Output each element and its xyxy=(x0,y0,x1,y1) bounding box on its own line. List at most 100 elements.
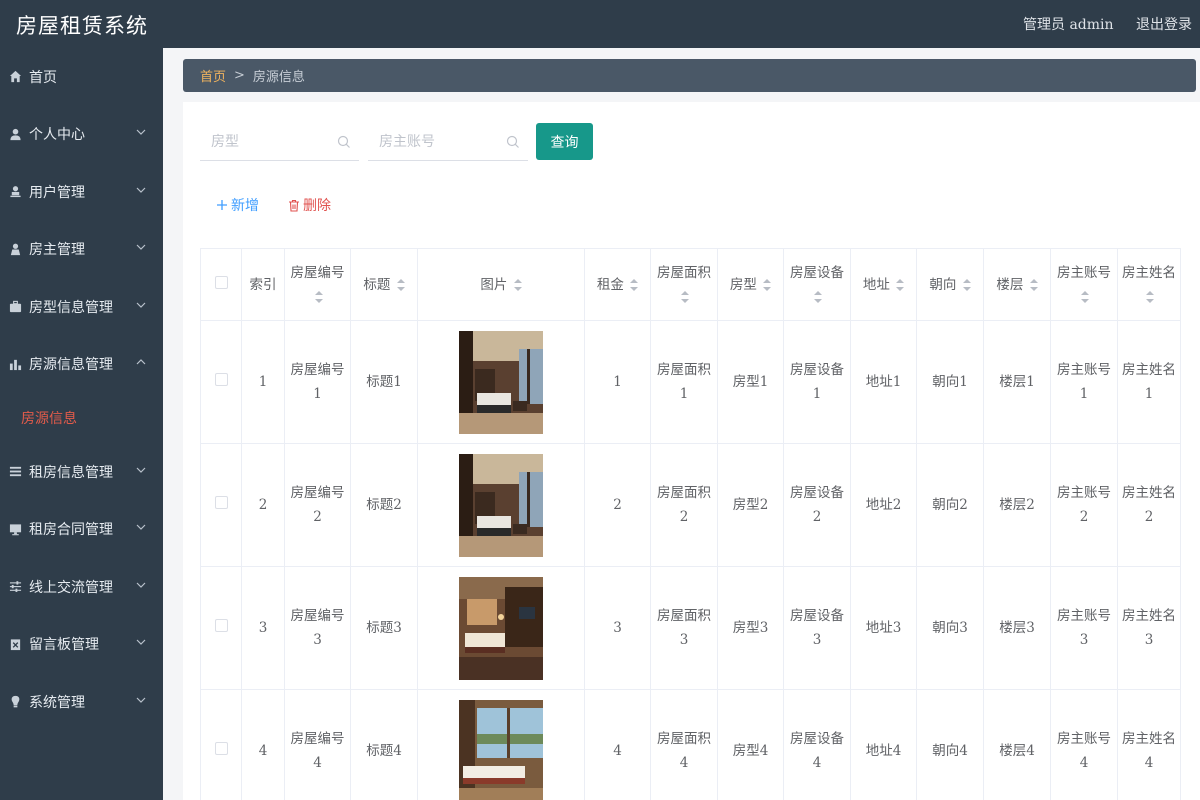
row-checkbox[interactable] xyxy=(214,619,228,632)
row-checkbox[interactable] xyxy=(214,742,228,755)
listing-table: 索引 房屋编号 标题 图片 租金 房屋面积 房型 房屋设备 地址 朝向 楼层 房… xyxy=(200,248,1181,800)
sidebar-item-home[interactable]: 首页 xyxy=(0,48,163,106)
sidebar-item-message-board[interactable]: 留言板管理 xyxy=(0,616,163,674)
sidebar-item-system[interactable]: 系统管理 xyxy=(0,673,163,731)
sidebar-item-label: 房型信息管理 xyxy=(29,299,113,316)
select-all-checkbox[interactable] xyxy=(214,275,228,289)
column-header-owner-name[interactable]: 房主姓名 xyxy=(1117,248,1181,321)
sort-icon[interactable] xyxy=(896,279,905,291)
column-header-index: 索引 xyxy=(241,248,285,321)
cell-owner-account: 房主账号2 xyxy=(1050,443,1118,567)
column-header-image[interactable]: 图片 xyxy=(417,248,585,321)
sidebar-item-label: 首页 xyxy=(29,69,57,86)
sidebar: 首页 个人中心 用户管理 房主管理 房型信息管理 房源信息管理 房源信息 租房信… xyxy=(0,48,163,800)
column-header-floor[interactable]: 楼层 xyxy=(983,248,1051,321)
sidebar-item-communication[interactable]: 线上交流管理 xyxy=(0,558,163,616)
cell-title: 标题4 xyxy=(350,689,418,800)
row-select-cell xyxy=(200,566,242,690)
cell-floor: 楼层4 xyxy=(983,689,1051,800)
sort-icon[interactable] xyxy=(962,279,971,291)
sort-icon[interactable] xyxy=(1081,291,1089,303)
column-header-house-no[interactable]: 房屋编号 xyxy=(284,248,351,321)
person-icon xyxy=(8,242,22,256)
delete-button[interactable]: 删除 xyxy=(288,195,331,215)
sidebar-item-owner-management[interactable]: 房主管理 xyxy=(0,221,163,279)
trash-icon xyxy=(289,199,299,212)
cell-address: 地址3 xyxy=(850,566,917,690)
cell-index: 2 xyxy=(241,443,285,567)
sort-icon[interactable] xyxy=(814,291,822,303)
cell-area: 房屋面积1 xyxy=(650,320,718,444)
table-header-row: 索引 房屋编号 标题 图片 租金 房屋面积 房型 房屋设备 地址 朝向 楼层 房… xyxy=(200,248,1181,321)
cell-house-no: 房屋编号2 xyxy=(284,443,351,567)
cell-owner-name: 房主姓名4 xyxy=(1117,689,1181,800)
table-row: 3 房屋编号3 标题3 3 房屋面积3 房型3 房屋设备3 地址3 朝向3 楼层… xyxy=(200,566,1181,690)
add-button[interactable]: 新增 xyxy=(216,195,259,215)
room-photo xyxy=(459,330,543,434)
chevron-down-icon xyxy=(135,579,147,591)
sort-icon[interactable] xyxy=(396,279,405,291)
breadcrumb-home[interactable]: 首页 xyxy=(200,66,226,85)
room-photo xyxy=(459,453,543,557)
top-right: 管理员 admin 退出登录 xyxy=(1005,14,1192,34)
sidebar-subitem-listing-info[interactable]: 房源信息 xyxy=(0,393,163,443)
clipboard-icon xyxy=(8,637,22,651)
logout-link[interactable]: 退出登录 xyxy=(1136,17,1192,33)
owner-account-input[interactable] xyxy=(368,125,528,159)
cell-rent: 4 xyxy=(584,689,651,800)
sidebar-item-contract[interactable]: 租房合同管理 xyxy=(0,501,163,559)
app-title: 房屋租赁系统 xyxy=(16,14,148,38)
bar-chart-icon xyxy=(8,357,22,371)
sidebar-item-rental[interactable]: 租房信息管理 xyxy=(0,443,163,501)
cell-equipment: 房屋设备2 xyxy=(783,443,851,567)
room-type-input[interactable] xyxy=(200,125,359,159)
chevron-down-icon xyxy=(135,636,147,648)
chevron-down-icon xyxy=(135,184,147,196)
cell-index: 3 xyxy=(241,566,285,690)
sidebar-item-label: 线上交流管理 xyxy=(29,579,113,596)
list-icon xyxy=(8,465,22,479)
sort-icon[interactable] xyxy=(681,291,689,303)
chevron-up-icon xyxy=(135,356,147,368)
query-button[interactable]: 查询 xyxy=(536,123,593,160)
sort-icon[interactable] xyxy=(513,279,522,291)
column-header-rent[interactable]: 租金 xyxy=(584,248,651,321)
monitor-icon xyxy=(8,522,22,536)
row-checkbox[interactable] xyxy=(214,373,228,386)
sidebar-item-user-management[interactable]: 用户管理 xyxy=(0,163,163,221)
select-all-cell xyxy=(200,248,242,321)
column-header-title[interactable]: 标题 xyxy=(350,248,418,321)
sidebar-item-listing[interactable]: 房源信息管理 xyxy=(0,336,163,394)
sort-icon[interactable] xyxy=(1146,291,1154,303)
cell-owner-account: 房主账号3 xyxy=(1050,566,1118,690)
sort-icon[interactable] xyxy=(763,279,772,291)
cell-orientation: 朝向1 xyxy=(916,320,984,444)
sidebar-item-personal-center[interactable]: 个人中心 xyxy=(0,106,163,164)
cell-title: 标题3 xyxy=(350,566,418,690)
sidebar-item-room-type[interactable]: 房型信息管理 xyxy=(0,278,163,336)
cell-equipment: 房屋设备3 xyxy=(783,566,851,690)
column-header-orientation[interactable]: 朝向 xyxy=(916,248,984,321)
cell-house-no: 房屋编号4 xyxy=(284,689,351,800)
row-select-cell xyxy=(200,443,242,567)
sort-icon[interactable] xyxy=(1029,279,1038,291)
cell-area: 房屋面积2 xyxy=(650,443,718,567)
cell-owner-name: 房主姓名3 xyxy=(1117,566,1181,690)
column-header-owner-account[interactable]: 房主账号 xyxy=(1050,248,1118,321)
sort-icon[interactable] xyxy=(630,279,639,291)
sidebar-item-label: 租房信息管理 xyxy=(29,464,113,481)
sort-icon[interactable] xyxy=(314,291,323,303)
cell-room-type: 房型4 xyxy=(717,689,784,800)
table-row: 4 房屋编号4 标题4 4 房屋面积4 房型4 房屋设备4 地址4 朝向4 楼层… xyxy=(200,689,1181,800)
breadcrumb-separator: > xyxy=(234,68,245,83)
breadcrumb-current: 房源信息 xyxy=(252,70,305,85)
column-header-address[interactable]: 地址 xyxy=(850,248,917,321)
column-header-area[interactable]: 房屋面积 xyxy=(650,248,718,321)
row-checkbox[interactable] xyxy=(214,496,228,509)
column-header-equipment[interactable]: 房屋设备 xyxy=(783,248,851,321)
chevron-down-icon xyxy=(135,464,147,476)
cell-room-type: 房型1 xyxy=(717,320,784,444)
column-header-room-type[interactable]: 房型 xyxy=(717,248,784,321)
chevron-down-icon xyxy=(135,521,147,533)
cell-orientation: 朝向2 xyxy=(916,443,984,567)
